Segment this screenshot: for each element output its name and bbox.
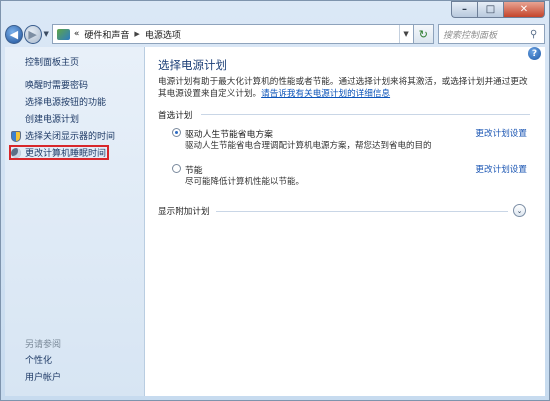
sidebar-item-personalization[interactable]: 个性化	[25, 353, 61, 370]
plan-radio[interactable]	[172, 164, 181, 173]
minimize-button[interactable]: –	[451, 1, 477, 18]
sidebar-item-display-off[interactable]: 选择关闭显示器的时间	[25, 129, 115, 146]
sidebar-item-create-plan[interactable]: 创建电源计划	[25, 112, 115, 129]
page-title: 选择电源计划	[158, 58, 227, 72]
breadcrumb-item-power-options[interactable]: 电源选项	[145, 28, 181, 41]
recent-pages-dropdown-icon[interactable]: ▼	[44, 30, 49, 38]
sidebar-home-link[interactable]: 控制面板主页	[25, 55, 79, 68]
sidebar-item-power-button[interactable]: 选择电源按钮的功能	[25, 95, 115, 112]
search-icon[interactable]: ⚲	[530, 29, 544, 40]
navigation-bar: ◀ ▶ ▼ « 硬件和声音 ▶ 电源选项 ▼ ↻ 搜索控制面板 ⚲	[5, 21, 546, 47]
change-plan-settings-link[interactable]: 更改计划设置	[475, 127, 527, 139]
see-also-list: 个性化 用户帐户	[25, 353, 61, 387]
sidebar-item-wake-password[interactable]: 唤醒时需要密码	[25, 78, 115, 95]
section-divider	[201, 114, 530, 115]
sidebar-icon-display	[11, 131, 21, 142]
help-icon[interactable]: ?	[528, 47, 541, 60]
preferred-plans-label: 首选计划	[158, 111, 193, 121]
change-plan-settings-link[interactable]: 更改计划设置	[475, 163, 527, 175]
breadcrumb-item-hardware-sound[interactable]: 硬件和声音	[84, 28, 129, 41]
refresh-button[interactable]: ↻	[413, 24, 435, 44]
power-plan-info-link[interactable]: 请告诉我有关电源计划的详细信息	[261, 89, 390, 99]
task-pane: 控制面板主页 唤醒时需要密码 选择电源按钮的功能 创建电源计划 选择关闭显示器的…	[5, 47, 145, 396]
caption-buttons: – □ ✕	[451, 1, 545, 18]
breadcrumb-separator-icon[interactable]: ▶	[134, 30, 139, 38]
breadcrumb: « 硬件和声音 ▶ 电源选项	[74, 28, 181, 41]
plan-radio-selected[interactable]	[172, 128, 181, 137]
search-placeholder: 搜索控制面板	[443, 30, 498, 41]
selection-highlight	[9, 145, 109, 160]
control-panel-window: – □ ✕ ◀ ▶ ▼ « 硬件和声音 ▶ 电源选项 ▼ ↻ 搜索控制面板 ⚲ …	[0, 0, 550, 401]
address-bar-controls: ▼	[398, 25, 413, 43]
control-panel-icon	[56, 28, 70, 40]
forward-button[interactable]: ▶	[23, 24, 42, 44]
plan-description: 尽可能降低计算机性能以节能。	[185, 177, 305, 187]
maximize-button[interactable]: □	[477, 1, 503, 18]
show-additional-plans-row[interactable]: 显示附加计划 ⌄	[158, 204, 530, 217]
show-additional-plans-label[interactable]: 显示附加计划	[158, 205, 210, 217]
client-area: 控制面板主页 唤醒时需要密码 选择电源按钮的功能 创建电源计划 选择关闭显示器的…	[5, 47, 545, 396]
see-also-heading: 另请参阅	[25, 340, 62, 350]
section-divider	[216, 211, 508, 212]
back-button[interactable]: ◀	[5, 24, 23, 44]
search-input[interactable]: 搜索控制面板 ⚲	[438, 24, 546, 44]
breadcrumb-prefix-icon[interactable]: «	[74, 29, 80, 39]
address-dropdown-icon[interactable]: ▼	[398, 25, 413, 43]
sidebar-item-user-accounts[interactable]: 用户帐户	[25, 370, 61, 387]
expand-chevron-icon[interactable]: ⌄	[513, 204, 526, 217]
shield-icon	[11, 131, 21, 142]
main-content: ? 选择电源计划 电源计划有助于最大化计算机的性能或者节能。通过选择计划来将其激…	[145, 47, 545, 396]
address-bar[interactable]: « 硬件和声音 ▶ 电源选项 ▼	[51, 24, 414, 44]
page-description: 电源计划有助于最大化计算机的性能或者节能。通过选择计划来将其激活，或选择计划并通…	[158, 76, 533, 100]
plan-description: 驱动人生节能省电合理调配计算机电源方案，帮您达到省电的目的	[185, 141, 432, 151]
close-button[interactable]: ✕	[503, 1, 545, 18]
